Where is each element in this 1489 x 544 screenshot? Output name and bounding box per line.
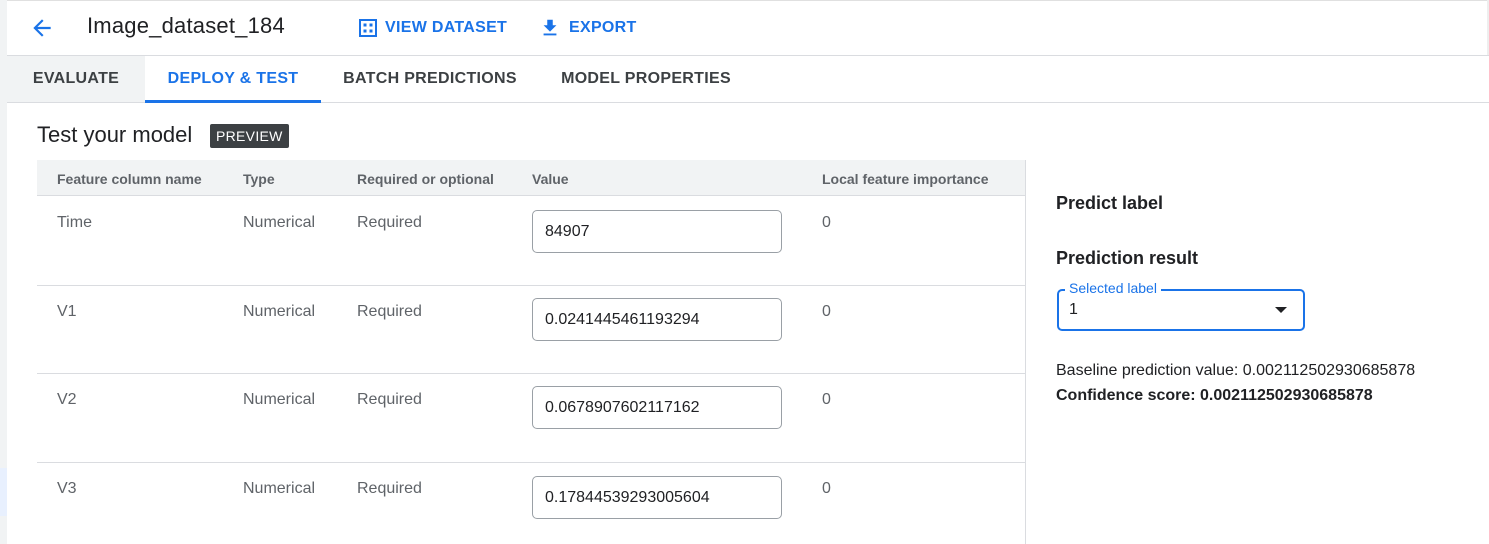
- app-header: Image_dataset_184 VIEW DATASET EXPORT: [7, 1, 1489, 56]
- feature-type: Numerical: [243, 480, 316, 497]
- left-nav-active-marker: [0, 468, 7, 516]
- feature-value-input[interactable]: [532, 386, 782, 429]
- table-row: V2 Numerical Required 0: [37, 374, 1025, 463]
- predict-label-heading: Predict label: [1056, 193, 1164, 213]
- back-button[interactable]: [29, 15, 55, 41]
- feature-value-input[interactable]: [532, 476, 782, 519]
- preview-badge: PREVIEW: [210, 124, 289, 148]
- grid-icon: [359, 19, 377, 37]
- header-value: Value: [532, 171, 569, 187]
- feature-value-input[interactable]: [532, 298, 782, 341]
- table-header: Feature column name Type Required or opt…: [37, 160, 1025, 196]
- feature-required: Required: [357, 480, 422, 497]
- feature-importance: 0: [822, 303, 831, 320]
- feature-importance: 0: [822, 480, 831, 497]
- tab-evaluate[interactable]: EVALUATE: [7, 56, 145, 102]
- section-title: Test your model: [37, 122, 193, 147]
- selected-label-caption: Selected label: [1065, 280, 1161, 296]
- prediction-result-heading: Prediction result: [1056, 248, 1199, 268]
- feature-required: Required: [357, 303, 422, 320]
- page: Image_dataset_184 VIEW DATASET EXPORT EV…: [0, 0, 1489, 544]
- table-row: V3 Numerical Required 0: [37, 463, 1025, 544]
- left-nav-strip: [0, 0, 7, 544]
- feature-name: V3: [57, 480, 77, 497]
- header-type: Type: [243, 171, 275, 187]
- selected-label-select[interactable]: Selected label 1: [1057, 280, 1305, 331]
- header-feature-column-name: Feature column name: [57, 171, 202, 187]
- feature-importance: 0: [822, 391, 831, 408]
- caret-down-icon: [1275, 307, 1287, 313]
- baseline-prediction-value: Baseline prediction value: 0.00211250293…: [1056, 362, 1416, 379]
- tab-deploy-and-test[interactable]: DEPLOY & TEST: [145, 56, 321, 103]
- feature-required: Required: [357, 214, 422, 231]
- table-row: Time Numerical Required 0: [37, 197, 1025, 286]
- view-dataset-button[interactable]: VIEW DATASET: [359, 15, 507, 41]
- feature-table: Feature column name Type Required or opt…: [37, 160, 1026, 544]
- arrow-left-icon: [33, 19, 51, 37]
- export-label: EXPORT: [569, 19, 637, 36]
- feature-importance: 0: [822, 214, 831, 231]
- header-required-or-optional: Required or optional: [357, 171, 494, 187]
- feature-name: V1: [57, 303, 77, 320]
- table-row: V1 Numerical Required 0: [37, 286, 1025, 374]
- feature-name: V2: [57, 391, 77, 408]
- header-local-feature-importance: Local feature importance: [822, 171, 989, 187]
- feature-type: Numerical: [243, 303, 316, 320]
- selected-label-value: 1: [1069, 301, 1078, 318]
- export-button[interactable]: EXPORT: [539, 15, 637, 41]
- tab-bar: EVALUATE DEPLOY & TEST BATCH PREDICTIONS…: [7, 56, 1489, 103]
- feature-name: Time: [57, 214, 92, 231]
- dataset-title: Image_dataset_184: [87, 13, 285, 38]
- view-dataset-label: VIEW DATASET: [385, 19, 508, 36]
- confidence-score: Confidence score: 0.002112502930685878: [1056, 387, 1373, 404]
- feature-value-input[interactable]: [532, 210, 782, 253]
- feature-type: Numerical: [243, 214, 316, 231]
- feature-required: Required: [357, 391, 422, 408]
- feature-type: Numerical: [243, 391, 316, 408]
- download-icon: [543, 19, 557, 36]
- tab-batch-predictions[interactable]: BATCH PREDICTIONS: [337, 56, 523, 102]
- tab-model-properties[interactable]: MODEL PROPERTIES: [555, 56, 737, 102]
